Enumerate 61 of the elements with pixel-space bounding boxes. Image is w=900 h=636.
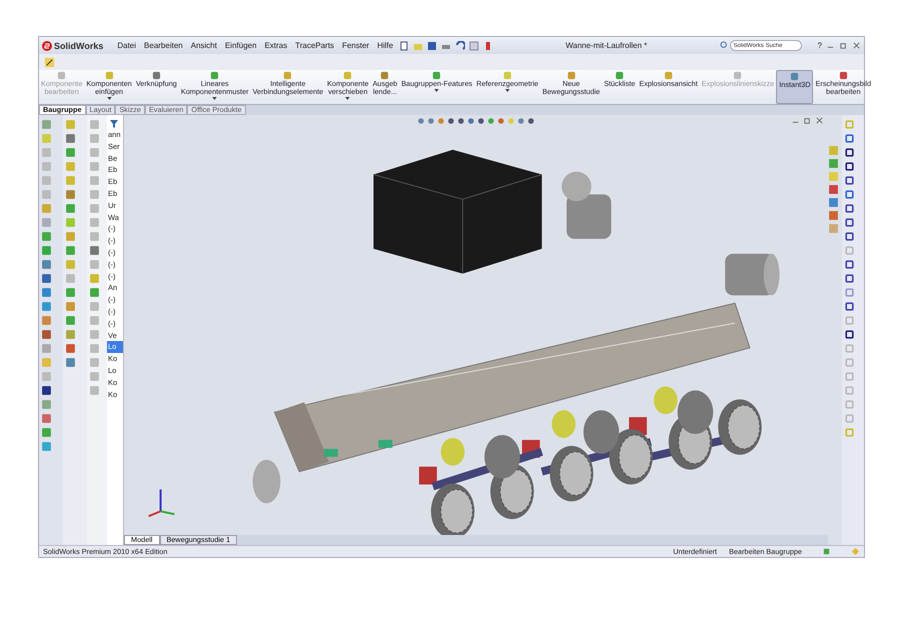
tool-icon xyxy=(432,71,442,80)
help-menu[interactable]: ? xyxy=(818,41,822,50)
sketch-tool-icon[interactable] xyxy=(844,273,855,284)
axis-triad-icon xyxy=(148,489,175,518)
status-icon[interactable] xyxy=(851,547,860,556)
menu-item[interactable]: Einfügen xyxy=(222,41,259,50)
menu-item[interactable]: Hilfe xyxy=(375,41,396,50)
search-icon[interactable] xyxy=(720,41,729,50)
undo-icon[interactable] xyxy=(455,40,466,50)
logo-icon xyxy=(42,40,52,50)
menu-item[interactable]: Bearbeiten xyxy=(142,41,185,50)
restore-icon[interactable] xyxy=(839,41,848,50)
tool-icon[interactable] xyxy=(41,329,52,340)
tool-icon[interactable] xyxy=(41,273,52,284)
sketch-tool-icon[interactable] xyxy=(844,231,855,242)
view-tool-icon[interactable] xyxy=(828,184,839,195)
tool-icon[interactable] xyxy=(89,245,100,256)
menu-item[interactable]: TraceParts xyxy=(293,41,336,50)
pencil-icon[interactable] xyxy=(44,56,55,68)
status-icon[interactable] xyxy=(822,547,831,556)
tool-icon xyxy=(283,71,292,80)
close-icon[interactable] xyxy=(815,116,824,125)
close-icon[interactable] xyxy=(852,41,861,50)
restore-icon[interactable] xyxy=(803,116,812,125)
tool-icon xyxy=(838,71,848,80)
sketch-tool-icon[interactable] xyxy=(844,329,855,340)
menu-item[interactable]: Datei xyxy=(115,41,138,50)
tool-icon xyxy=(615,71,624,80)
sketch-tool-icon[interactable] xyxy=(844,203,855,214)
tool-icon xyxy=(380,71,390,80)
sketch-tool-icon[interactable] xyxy=(844,217,855,228)
select-icon[interactable] xyxy=(469,40,480,50)
document-title: Wanne-mit-Laufrollen * xyxy=(564,41,648,50)
filter-icon[interactable] xyxy=(109,119,119,129)
view-tool-icon[interactable] xyxy=(828,210,839,221)
sketch-tool-icon[interactable] xyxy=(844,259,855,270)
menu-item[interactable]: Fenster xyxy=(340,41,372,50)
tool-icon xyxy=(104,71,114,80)
tool-icon xyxy=(733,71,742,80)
sketch-tool-icon[interactable] xyxy=(844,147,855,158)
tool-icon[interactable] xyxy=(41,385,52,396)
tool-icon xyxy=(502,71,512,80)
tool-icon xyxy=(57,71,66,80)
tool-icon xyxy=(790,72,800,81)
tool-icon xyxy=(566,71,576,80)
tool-icon[interactable] xyxy=(65,343,76,354)
app-name: SolidWorks xyxy=(54,40,104,50)
document-icon[interactable] xyxy=(399,40,410,50)
tool-icon xyxy=(210,71,220,80)
tool-icon xyxy=(152,71,161,80)
tool-icon[interactable] xyxy=(65,133,76,144)
sketch-tool-icon[interactable] xyxy=(844,301,855,312)
menu-item[interactable]: Ansicht xyxy=(188,41,219,50)
view-tool-icon[interactable] xyxy=(828,197,839,208)
save-icon[interactable] xyxy=(427,40,438,50)
tool-icon xyxy=(664,71,673,80)
menu-item[interactable]: Extras xyxy=(262,41,290,50)
sketch-tool-icon[interactable] xyxy=(844,175,855,186)
tool-icon xyxy=(343,71,352,80)
view-tool-icon[interactable] xyxy=(828,158,839,169)
sketch-tool-icon[interactable] xyxy=(844,161,855,172)
